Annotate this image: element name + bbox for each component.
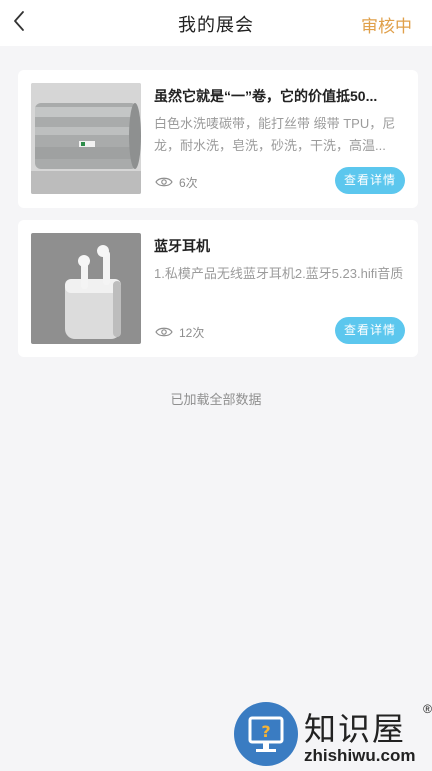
- view-count: 6次: [155, 174, 198, 190]
- eye-icon: [155, 177, 173, 187]
- watermark-url: zhishiwu.com: [304, 746, 416, 765]
- top-nav-bar: 我的展会 审核中: [0, 0, 432, 46]
- exhibit-description: 1.私模产品无线蓝牙耳机2.蓝牙5.23.hifi音质: [154, 266, 404, 281]
- all-loaded-text: 已加载全部数据: [170, 392, 262, 407]
- exhibit-card[interactable]: 虽然它就是“一”卷，它的价值抵50... 白色水洗唛碳带，能打丝带 缎带 TPU…: [18, 70, 418, 208]
- exhibit-title: 虽然它就是“一”卷，它的价值抵50...: [154, 88, 378, 104]
- registered-mark: ®: [423, 702, 432, 716]
- svg-text:?: ?: [261, 722, 270, 741]
- view-details-button[interactable]: 查看详情: [335, 317, 405, 344]
- view-details-button[interactable]: 查看详情: [335, 167, 405, 194]
- view-count-text: 12次: [179, 325, 205, 340]
- exhibit-card[interactable]: 蓝牙耳机 1.私模产品无线蓝牙耳机2.蓝牙5.23.hifi音质 12次 查看详…: [18, 220, 418, 357]
- product-image-earbuds: [31, 233, 141, 344]
- watermark-brand: 知识屋: [304, 710, 407, 748]
- view-count: 12次: [155, 324, 204, 340]
- product-image-ribbon-roll: [31, 83, 141, 194]
- exhibit-description: 白色水洗唛碳带，能打丝带 缎带 TPU，尼龙，耐水洗，皂洗，砂洗，干洗，高温..…: [154, 116, 396, 153]
- exhibit-title: 蓝牙耳机: [154, 238, 210, 254]
- watermark-circle: ?: [234, 702, 298, 766]
- watermark-logo: ? 知识屋 ® zhishiwu.com: [232, 698, 432, 768]
- view-count-text: 6次: [179, 175, 198, 190]
- review-status-label[interactable]: 审核中: [361, 12, 412, 37]
- eye-icon: [155, 327, 173, 337]
- monitor-question-icon: ?: [248, 716, 284, 752]
